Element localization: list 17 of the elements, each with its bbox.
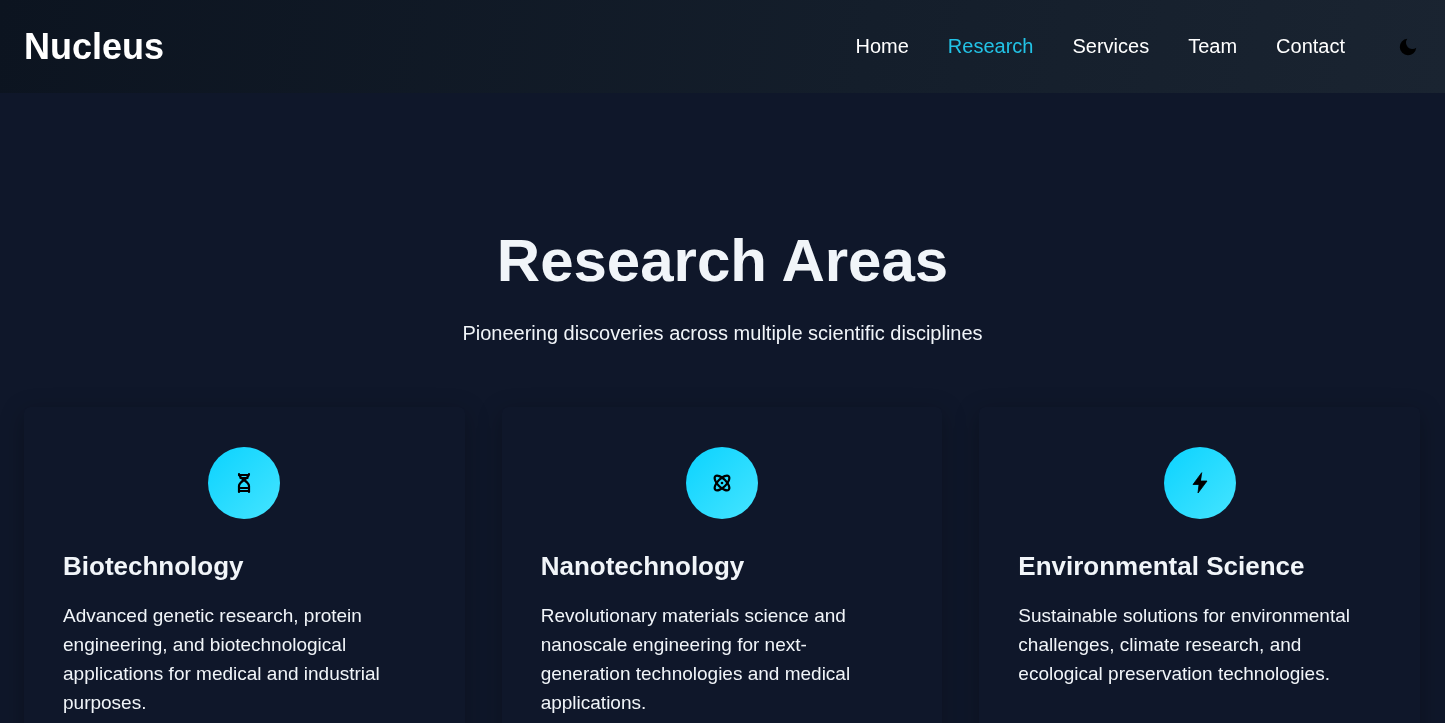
- section-title: Research Areas: [495, 226, 950, 296]
- card-description: Sustainable solutions for environmental challenges, climate research, and ecological preservation technologies.: [1018, 604, 1351, 686]
- nav-link[interactable]: Team: [1188, 35, 1238, 58]
- nav-link[interactable]: Services: [1072, 35, 1150, 58]
- card-description: Revolutionary materials science and nanoscale engineering for next-generation technologies and medical applications.: [540, 604, 852, 715]
- logo[interactable]: Nucleus: [24, 25, 165, 68]
- section-subtitle: Pioneering discoveries across multiple scientific disciplines: [461, 321, 984, 346]
- dna-icon: [208, 447, 281, 519]
- nav-link[interactable]: Research: [947, 35, 1034, 58]
- nav-link[interactable]: Contact: [1276, 35, 1345, 58]
- atom-icon: [686, 447, 758, 519]
- card-description: Advanced genetic research, protein engineering, and biotechnological applications for medical and industrial purposes.: [63, 604, 381, 715]
- nav-link[interactable]: Home: [855, 35, 909, 58]
- card-title: Biotechnology: [63, 550, 245, 583]
- card-title: Environmental Science: [1018, 550, 1306, 583]
- card-title: Nanotechnology: [540, 550, 746, 583]
- lightning-bolt-icon: [1163, 447, 1236, 519]
